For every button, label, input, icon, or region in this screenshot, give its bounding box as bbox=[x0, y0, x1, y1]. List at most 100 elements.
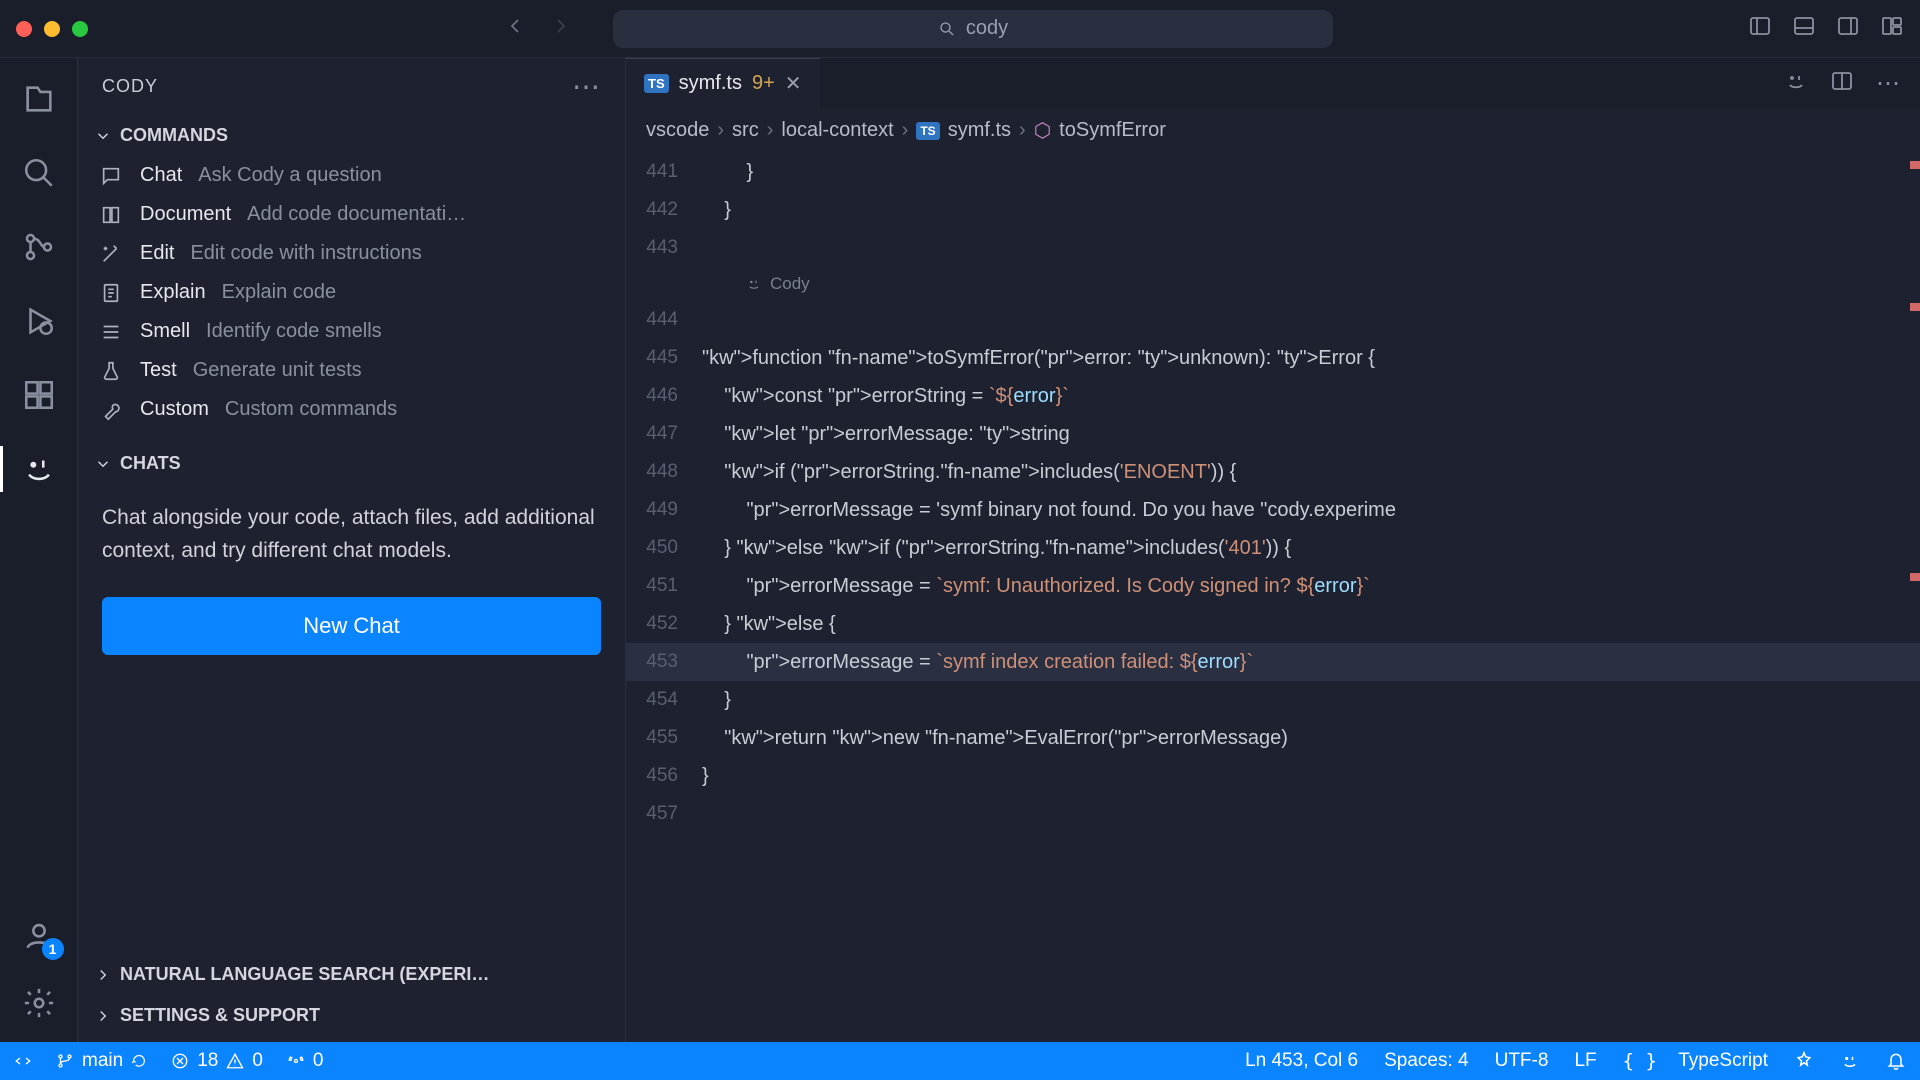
code-line[interactable]: 454 } bbox=[626, 681, 1920, 719]
activity-bar: 1 bbox=[0, 58, 78, 1042]
problems[interactable]: 180 bbox=[171, 1050, 263, 1072]
line-number: 451 bbox=[626, 567, 702, 605]
code-line[interactable]: 444 bbox=[626, 301, 1920, 339]
command-desc: Custom commands bbox=[225, 398, 397, 421]
split-editor-icon[interactable] bbox=[1830, 69, 1854, 98]
line-number: 441 bbox=[626, 153, 702, 191]
symbol-function-icon: ⬡ bbox=[1034, 118, 1051, 143]
ports[interactable]: 0 bbox=[287, 1050, 324, 1072]
close-window[interactable] bbox=[16, 21, 32, 37]
toggle-secondary-sidebar-icon[interactable] bbox=[1836, 14, 1860, 43]
cody-tab-action-icon[interactable] bbox=[1784, 69, 1808, 98]
command-smell[interactable]: Smell Identify code smells bbox=[78, 312, 625, 351]
toggle-panel-icon[interactable] bbox=[1792, 14, 1816, 43]
command-desc: Generate unit tests bbox=[193, 359, 362, 382]
nav-back-icon[interactable] bbox=[503, 14, 527, 43]
run-debug-icon[interactable] bbox=[20, 302, 58, 340]
code-line[interactable]: 453 "pr">errorMessage = `symf index crea… bbox=[626, 643, 1920, 681]
command-name: Document bbox=[140, 203, 231, 226]
line-number: 446 bbox=[626, 377, 702, 415]
code-line[interactable]: 452 } "kw">else { bbox=[626, 605, 1920, 643]
command-explain[interactable]: Explain Explain code bbox=[78, 273, 625, 312]
chevron-down-icon bbox=[94, 455, 112, 473]
code-line[interactable]: 456} bbox=[626, 757, 1920, 795]
line-number: 454 bbox=[626, 681, 702, 719]
code-line[interactable]: 455 "kw">return "kw">new "fn-name">EvalE… bbox=[626, 719, 1920, 757]
code-line[interactable]: 447 "kw">let "pr">errorMessage: "ty">str… bbox=[626, 415, 1920, 453]
tab-close-icon[interactable]: ✕ bbox=[785, 71, 802, 96]
code-line[interactable]: 441 } bbox=[626, 153, 1920, 191]
code-line[interactable]: 449 "pr">errorMessage = 'symf binary not… bbox=[626, 491, 1920, 529]
window-controls bbox=[16, 21, 88, 37]
line-number: 443 bbox=[626, 229, 702, 267]
titlebar: cody bbox=[0, 0, 1920, 58]
command-test[interactable]: Test Generate unit tests bbox=[78, 351, 625, 390]
command-center[interactable]: cody bbox=[613, 10, 1333, 48]
toggle-primary-sidebar-icon[interactable] bbox=[1748, 14, 1772, 43]
chat-icon bbox=[98, 165, 124, 187]
code-editor[interactable]: 441 }442 }443Cody444445"kw">function "fn… bbox=[626, 153, 1920, 1042]
explorer-icon[interactable] bbox=[20, 80, 58, 118]
editor-tabs: TS symf.ts 9+ ✕ ⋯ bbox=[626, 58, 1920, 108]
editor-tab[interactable]: TS symf.ts 9+ ✕ bbox=[626, 58, 820, 108]
crumb[interactable]: toSymfError bbox=[1059, 119, 1166, 142]
chats-section-header[interactable]: CHATS bbox=[78, 443, 625, 484]
wand-icon bbox=[98, 243, 124, 265]
cody-status-icon[interactable] bbox=[1794, 1051, 1814, 1071]
commands-section-header[interactable]: COMMANDS bbox=[78, 115, 625, 156]
code-line[interactable]: 442 } bbox=[626, 191, 1920, 229]
settings-section-header[interactable]: SETTINGS & SUPPORT bbox=[78, 995, 625, 1036]
command-custom[interactable]: Custom Custom commands bbox=[78, 390, 625, 429]
status-bar: main 180 0 Ln 453, Col 6 Spaces: 4 UTF-8… bbox=[0, 1042, 1920, 1080]
command-name: Chat bbox=[140, 164, 182, 187]
code-line[interactable]: 457 bbox=[626, 795, 1920, 833]
accounts-icon[interactable]: 1 bbox=[20, 916, 58, 954]
code-lens[interactable]: Cody bbox=[626, 267, 1920, 301]
search-icon bbox=[938, 20, 956, 38]
nls-section-header[interactable]: NATURAL LANGUAGE SEARCH (EXPERI… bbox=[78, 954, 625, 995]
line-number: 447 bbox=[626, 415, 702, 453]
code-line[interactable]: 451 "pr">errorMessage = `symf: Unauthori… bbox=[626, 567, 1920, 605]
search-icon[interactable] bbox=[20, 154, 58, 192]
code-line[interactable]: 450 } "kw">else "kw">if ("pr">errorStrin… bbox=[626, 529, 1920, 567]
crumb[interactable]: vscode bbox=[646, 119, 709, 142]
new-chat-button[interactable]: New Chat bbox=[102, 597, 601, 655]
crumb[interactable]: src bbox=[732, 119, 759, 142]
command-desc: Explain code bbox=[222, 281, 337, 304]
source-control-icon[interactable] bbox=[20, 228, 58, 266]
code-line[interactable]: 448 "kw">if ("pr">errorString."fn-name">… bbox=[626, 453, 1920, 491]
indent[interactable]: Spaces: 4 bbox=[1384, 1050, 1469, 1072]
editor-more-icon[interactable]: ⋯ bbox=[1876, 69, 1900, 98]
language-mode[interactable]: { } TypeScript bbox=[1623, 1050, 1768, 1072]
crumb[interactable]: local-context bbox=[781, 119, 893, 142]
command-document[interactable]: Document Add code documentati… bbox=[78, 195, 625, 234]
crumb[interactable]: symf.ts bbox=[948, 119, 1011, 142]
chevron-right-icon bbox=[94, 1007, 112, 1025]
remote-indicator[interactable] bbox=[14, 1052, 32, 1070]
tools-icon bbox=[98, 399, 124, 421]
git-branch[interactable]: main bbox=[56, 1050, 147, 1072]
settings-gear-icon[interactable] bbox=[20, 984, 58, 1022]
minimize-window[interactable] bbox=[44, 21, 60, 37]
sidebar-more-icon[interactable]: ⋯ bbox=[572, 83, 601, 91]
feedback-icon[interactable] bbox=[1840, 1051, 1860, 1071]
cody-icon[interactable] bbox=[20, 450, 58, 488]
nav-forward-icon bbox=[549, 14, 573, 43]
eol[interactable]: LF bbox=[1574, 1050, 1596, 1072]
extensions-icon[interactable] bbox=[20, 376, 58, 414]
maximize-window[interactable] bbox=[72, 21, 88, 37]
cursor-position[interactable]: Ln 453, Col 6 bbox=[1245, 1050, 1358, 1072]
command-name: Edit bbox=[140, 242, 174, 265]
encoding[interactable]: UTF-8 bbox=[1495, 1050, 1549, 1072]
code-line[interactable]: 446 "kw">const "pr">errorString = `${err… bbox=[626, 377, 1920, 415]
command-name: Test bbox=[140, 359, 177, 382]
breadcrumbs[interactable]: vscode› src› local-context› TS symf.ts› … bbox=[626, 108, 1920, 153]
command-edit[interactable]: Edit Edit code with instructions bbox=[78, 234, 625, 273]
line-number: 442 bbox=[626, 191, 702, 229]
tab-modified-count: 9+ bbox=[752, 72, 775, 95]
command-chat[interactable]: Chat Ask Cody a question bbox=[78, 156, 625, 195]
code-line[interactable]: 445"kw">function "fn-name">toSymfError("… bbox=[626, 339, 1920, 377]
code-line[interactable]: 443 bbox=[626, 229, 1920, 267]
notifications-icon[interactable] bbox=[1886, 1051, 1906, 1071]
customize-layout-icon[interactable] bbox=[1880, 14, 1904, 43]
